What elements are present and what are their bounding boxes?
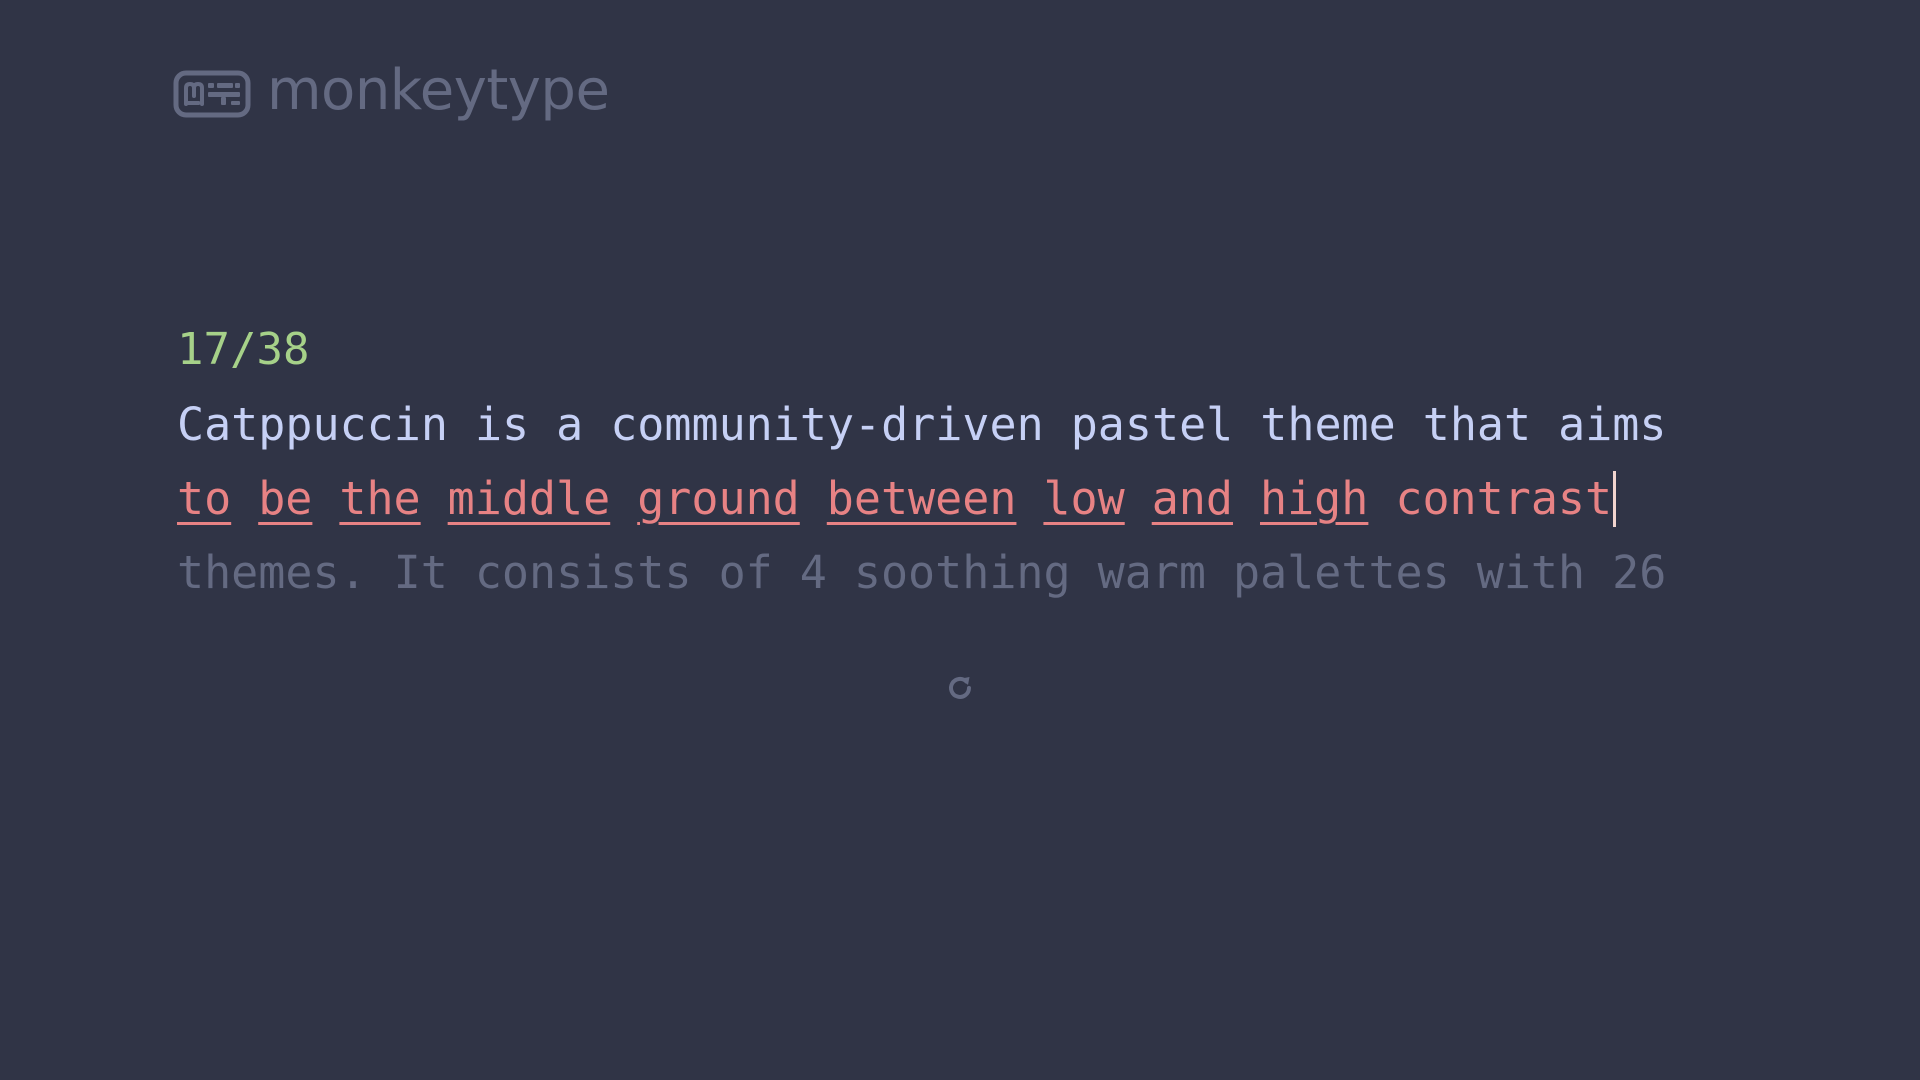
word-counter: 17/38 (177, 324, 310, 375)
untyped-word: 26 (1612, 546, 1667, 599)
words-line-3: themes. It consists of 4 soothing warm palettes… (177, 536, 1777, 610)
text-caret (1613, 471, 1617, 527)
typed-word: is (474, 398, 530, 451)
words-line-2: to be the middle ground between low and high cont… (177, 462, 1777, 536)
error-word: low (1043, 472, 1125, 525)
error-word: and (1151, 472, 1233, 525)
untyped-word: It (393, 546, 448, 599)
keyboard-icon (173, 70, 251, 118)
logo-text: monkeytype (267, 58, 610, 123)
error-word: be (258, 472, 313, 525)
current-word: contrast (1395, 472, 1613, 525)
untyped-word: with (1476, 546, 1586, 599)
words-area[interactable]: Catppuccin is a community-driven pastel theme… (177, 388, 1777, 610)
typed-word: a (556, 398, 584, 451)
untyped-word: themes. (177, 546, 367, 599)
error-word: ground (637, 472, 800, 525)
error-word: high (1260, 472, 1369, 525)
untyped-word: consists (474, 546, 692, 599)
error-word: to (177, 472, 232, 525)
error-word: between (826, 472, 1017, 525)
error-word: middle (447, 472, 611, 525)
error-word: the (339, 472, 421, 525)
restart-icon (949, 676, 971, 699)
untyped-word: warm (1097, 546, 1206, 599)
typed-word: that (1422, 398, 1532, 451)
untyped-word: palettes (1233, 546, 1450, 599)
words-line-1: Catppuccin is a community-driven pastel theme… (177, 388, 1777, 462)
typed-word: community-driven (610, 398, 1044, 451)
untyped-word: soothing (853, 546, 1071, 599)
untyped-word: 4 (799, 546, 827, 599)
typed-word: aims (1558, 398, 1667, 451)
typed-word: theme (1260, 398, 1396, 451)
typed-word: Catppuccin (177, 398, 448, 451)
untyped-word: of (718, 546, 773, 599)
typed-word: pastel (1070, 398, 1234, 451)
restart-button[interactable] (940, 668, 980, 708)
logo[interactable]: monkeytype (173, 58, 610, 130)
